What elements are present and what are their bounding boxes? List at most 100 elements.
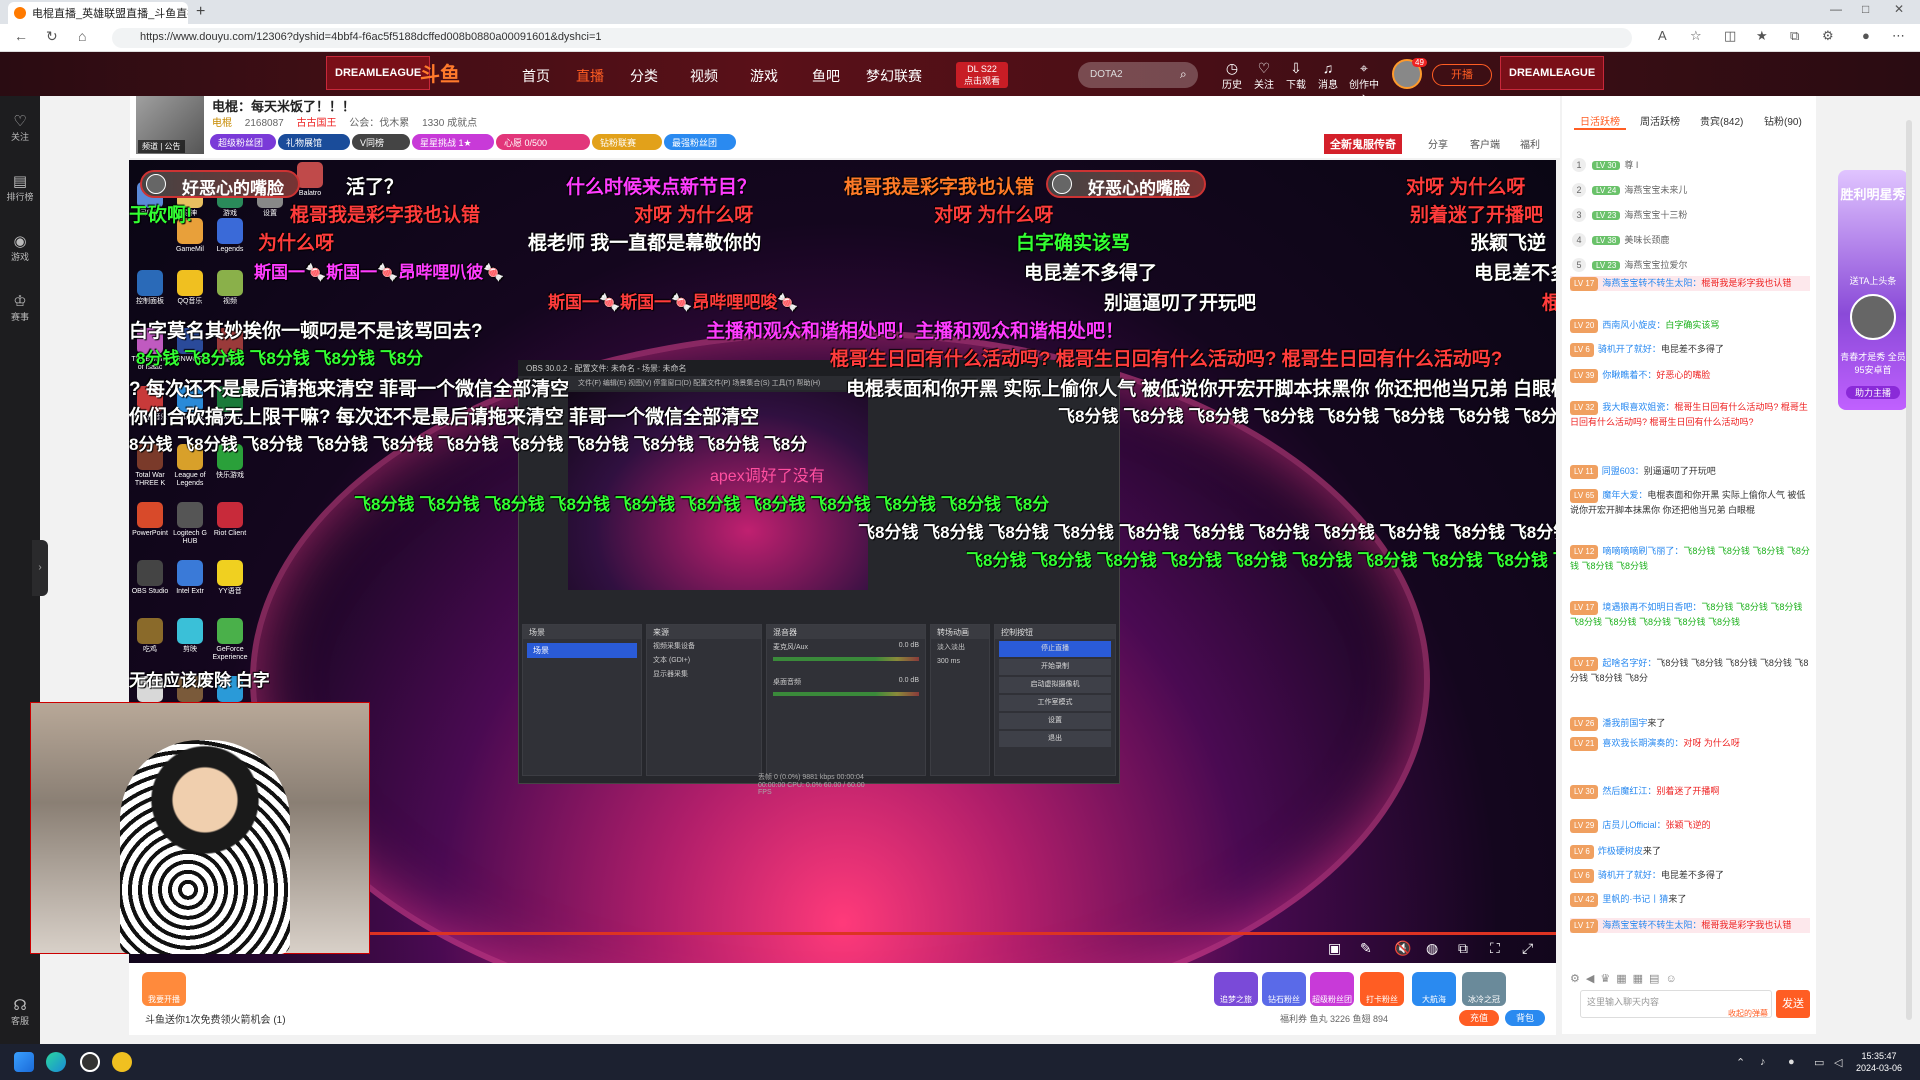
obs-transition-select[interactable]: 淡入淡出: [931, 639, 989, 655]
network-icon[interactable]: ▭: [1814, 1056, 1824, 1069]
favorites-icon[interactable]: ★: [1756, 28, 1768, 44]
gift-item[interactable]: 超级粉丝团: [1310, 972, 1354, 1006]
chat-username[interactable]: 炸极硬树皮: [1598, 846, 1643, 856]
obs-exit-button[interactable]: 退出: [999, 731, 1111, 747]
gift-item[interactable]: 追梦之旅: [1214, 972, 1258, 1006]
dreamleague-left-badge[interactable]: DREAMLEAGUE: [326, 56, 431, 90]
room-pill[interactable]: 礼物展馆: [278, 134, 350, 150]
leftnav-follow[interactable]: ♡ 关注: [0, 112, 40, 143]
gift-item[interactable]: 大航海: [1412, 972, 1456, 1006]
recharge-button[interactable]: 充值: [1459, 1010, 1499, 1026]
home-icon[interactable]: ⌂: [78, 28, 86, 44]
obs-source-item[interactable]: 文本 (GDI+): [647, 653, 761, 667]
leftnav-events[interactable]: ♔ 赛事: [0, 292, 40, 323]
url-input[interactable]: https://www.douyu.com/12306?dyshid=4bbf4…: [112, 28, 1632, 48]
rank-row[interactable]: 4 LV 38 美味长颈鹿: [1572, 233, 1669, 247]
tray-chevron-icon[interactable]: ⌃: [1736, 1056, 1745, 1069]
room-pill[interactable]: 心愿 0/500: [496, 134, 590, 150]
more-icon[interactable]: ⋯: [1892, 28, 1905, 44]
chat-username[interactable]: 海燕宝宝转不转生太阳：: [1602, 920, 1701, 930]
chat-username[interactable]: 魔年大爱：: [1602, 490, 1647, 500]
split-screen-icon[interactable]: ◫: [1724, 28, 1736, 44]
dl-s22-badge[interactable]: DL S22 点击观看: [956, 62, 1008, 88]
chat-username[interactable]: 店员儿Official：: [1602, 820, 1665, 830]
leftnav-service[interactable]: ☊ 客服: [0, 996, 40, 1027]
mute-icon[interactable]: 🔇: [1394, 940, 1411, 957]
reload-icon[interactable]: ↻: [46, 28, 58, 45]
gift-item[interactable]: 我要开播: [142, 972, 186, 1006]
edit-icon[interactable]: ✎: [1360, 940, 1372, 957]
nav-dream-league[interactable]: 梦幻联赛: [866, 66, 922, 86]
system-clock[interactable]: 15:35:47 2024-03-06: [1856, 1050, 1902, 1074]
obs-record-button[interactable]: 开始录制: [999, 659, 1111, 675]
nav-video[interactable]: 视频: [690, 66, 718, 86]
start-stream-button[interactable]: 开播: [1432, 64, 1492, 86]
profile-icon[interactable]: ●: [1862, 28, 1870, 43]
obs-virtual-cam-button[interactable]: 启动虚拟摄像机: [999, 677, 1111, 693]
nav-games[interactable]: 游戏: [750, 66, 778, 86]
chat-username[interactable]: 嘀嘀嘀嘀刷飞丽了：: [1602, 546, 1683, 556]
obs-studio-mode-button[interactable]: 工作室模式: [999, 695, 1111, 711]
obs-scene-item[interactable]: 场景: [527, 643, 637, 658]
event-banner[interactable]: 全新鬼服传奇: [1324, 134, 1402, 154]
obs-duration-input[interactable]: 300 ms: [931, 655, 989, 668]
room-pill[interactable]: 最强粉丝团: [664, 134, 736, 150]
tab-daily-active[interactable]: 日活跃榜: [1574, 108, 1626, 130]
dreamleague-right-badge[interactable]: DREAMLEAGUE: [1500, 56, 1605, 90]
close-window-icon[interactable]: ✕: [1894, 2, 1904, 16]
room-pill[interactable]: 超级粉丝团: [210, 134, 276, 150]
pip-icon[interactable]: ⧉: [1458, 940, 1468, 957]
channel-notice[interactable]: 频道 | 公告: [138, 140, 185, 153]
windows-start-icon[interactable]: [14, 1052, 34, 1072]
leftnav-games[interactable]: ◉ 游戏: [0, 232, 40, 263]
nav-category[interactable]: 分类: [630, 66, 658, 86]
browser-tab[interactable]: 电棍直播_英雄联盟直播_斗鱼直播 ✕: [8, 2, 188, 24]
gift-icon[interactable]: ▤: [1649, 973, 1665, 985]
free-rocket-notice[interactable]: 斗鱼送你1次免费领火箭机会 (1): [145, 1011, 286, 1026]
favorite-star-icon[interactable]: ☆: [1690, 28, 1702, 44]
grid-icon[interactable]: ▦: [1616, 973, 1632, 985]
leftnav-ranking[interactable]: ▤ 排行榜: [0, 172, 40, 203]
crown-icon[interactable]: ♛: [1600, 973, 1616, 985]
emoji-icon[interactable]: ☺: [1665, 973, 1682, 985]
danmaku-toggle-icon[interactable]: ◍: [1426, 940, 1438, 957]
chat-username[interactable]: 我大眼喜欢姐瓷：: [1602, 402, 1674, 412]
extensions-icon[interactable]: ⚙: [1822, 28, 1834, 44]
chat-username[interactable]: 起啥名字好：: [1602, 658, 1656, 668]
chat-username[interactable]: 骑机开了就好：: [1598, 870, 1661, 880]
obs-source-item[interactable]: 视频采集设备: [647, 639, 761, 653]
rank-row[interactable]: 2 LV 24 海燕宝宝未来儿: [1572, 183, 1687, 197]
share-button[interactable]: 分享: [1428, 136, 1448, 151]
chat-username[interactable]: 骑机开了就好：: [1598, 344, 1661, 354]
obs-taskbar-icon[interactable]: [80, 1052, 100, 1072]
speaker-icon[interactable]: ◀: [1586, 973, 1600, 985]
obs-settings-button[interactable]: 设置: [999, 713, 1111, 729]
chat-username[interactable]: 海燕宝宝转不转生太阳：: [1602, 278, 1701, 288]
sidebar-expand-handle[interactable]: ›: [32, 540, 48, 596]
room-pill[interactable]: V同榜: [352, 134, 410, 150]
volume-icon[interactable]: ◁: [1834, 1056, 1842, 1069]
rank-row[interactable]: 5 LV 23 海燕宝宝拉爱尔: [1572, 258, 1687, 272]
page-scrollbar[interactable]: [1906, 120, 1912, 1020]
chat-username[interactable]: 喜欢我长期演奏的：: [1602, 738, 1683, 748]
chat-username[interactable]: 里帆的·书记丨猜: [1602, 894, 1668, 904]
screenshot-icon[interactable]: ▣: [1328, 940, 1341, 957]
app-taskbar-icon[interactable]: [112, 1052, 132, 1072]
chat-username[interactable]: 潘我前国宇: [1602, 718, 1647, 728]
welfare-button[interactable]: 福利: [1520, 136, 1540, 151]
rank-row[interactable]: 3 LV 23 海燕宝宝十三粉: [1572, 208, 1687, 222]
nav-home[interactable]: 首页: [522, 66, 550, 86]
chat-username[interactable]: 然后魔红江：: [1602, 786, 1656, 796]
history-button[interactable]: ◷ 历史: [1216, 60, 1248, 91]
obs-stop-stream-button[interactable]: 停止直播: [999, 641, 1111, 657]
read-aloud-icon[interactable]: A: [1658, 28, 1667, 43]
grid-icon[interactable]: ▦: [1633, 973, 1649, 985]
maximize-icon[interactable]: □: [1862, 2, 1869, 16]
nav-live[interactable]: 直播: [576, 66, 604, 86]
douyu-logo[interactable]: 斗鱼: [420, 58, 460, 87]
tray-app-icon[interactable]: ●: [1788, 1056, 1795, 1068]
gift-item[interactable]: 冰冷之冠: [1462, 972, 1506, 1006]
back-icon[interactable]: ←: [14, 28, 28, 44]
chat-username[interactable]: 你瞅瞧着不：: [1602, 370, 1656, 380]
tab-vip[interactable]: 贵宾(842): [1694, 108, 1749, 130]
